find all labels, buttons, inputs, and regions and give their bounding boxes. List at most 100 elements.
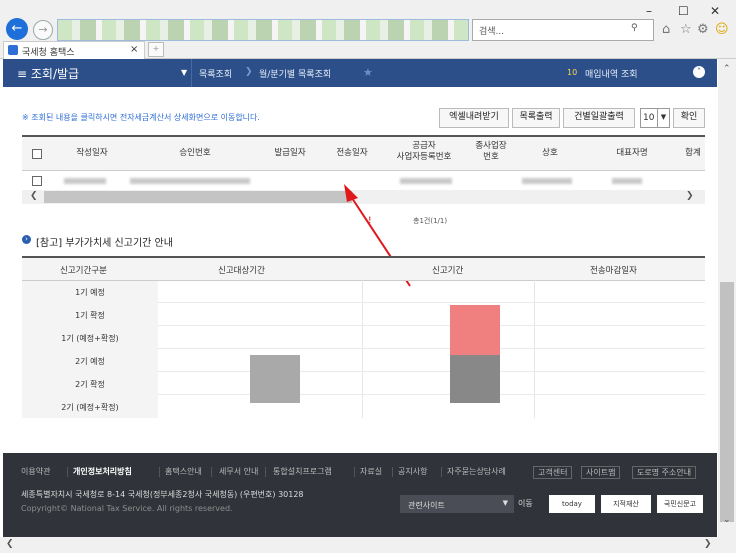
col-approval-no: 승인번호 xyxy=(179,148,211,158)
search-icon[interactable]: ⚲ xyxy=(631,23,638,33)
row-period-2-final: 2기 확정 xyxy=(75,380,105,389)
tab-close-icon[interactable]: × xyxy=(130,44,138,55)
gear-icon[interactable]: ⚙ xyxy=(697,22,709,37)
row-divider xyxy=(158,394,705,395)
forward-icon[interactable]: → xyxy=(33,20,53,40)
related-sites-label: 관련사이트 xyxy=(408,501,445,510)
row-period-2-pre: 2기 예정 xyxy=(75,357,105,366)
redacted-date xyxy=(64,178,106,184)
row-period-1-pre: 1기 예정 xyxy=(75,288,105,297)
excel-download-button[interactable]: 엑셀내려받기 xyxy=(439,108,509,128)
page-horizontal-scrollbar[interactable]: ❮ ❯ xyxy=(0,537,736,553)
footer-link-notice[interactable]: 공지사항 xyxy=(398,466,427,477)
purchase-history-link[interactable]: 매입내역 조회 xyxy=(585,67,638,80)
dropdown-arrow-icon[interactable]: ▼ xyxy=(181,68,187,77)
batch-print-button[interactable]: 건별일괄출력 xyxy=(563,108,635,128)
col-branch-no: 종사업장 번호 xyxy=(475,141,507,162)
tab-title: 국세청 홈택스 xyxy=(22,48,75,58)
banner-epeople[interactable]: 국민신문고 xyxy=(657,495,703,513)
list-hint-text: ※ 조회된 내용을 클릭하시면 전자세금계산서 상세화면으로 이동합니다. xyxy=(22,113,260,122)
scroll-up-icon[interactable]: ⌃ xyxy=(723,64,731,74)
footer-link-guide[interactable]: 홈택스안내 xyxy=(165,466,202,477)
col-period-type: 신고기간구분 xyxy=(60,266,107,276)
page-size-value: 10 xyxy=(643,113,655,123)
notice-title: [참고] 부가가치세 신고기간 안내 xyxy=(36,238,173,249)
footer-link-library[interactable]: 자료실 xyxy=(360,466,382,477)
chevron-down-icon[interactable]: ˅ xyxy=(693,66,705,78)
scroll-left-icon[interactable]: ❮ xyxy=(30,191,38,201)
go-button[interactable]: 이동 xyxy=(518,498,533,509)
site-nav-bar: ≡ 조회/발급 ▼ 목록조회 ❯ 월/분기별 목록조회 ★ 10 매입내역 조회… xyxy=(3,59,717,87)
col-written-date: 작성일자 xyxy=(76,148,108,158)
banner-today[interactable]: today xyxy=(549,495,595,513)
scroll-right-icon[interactable]: ❯ xyxy=(704,539,712,549)
close-window-button[interactable]: ✕ xyxy=(710,4,720,18)
period-marker-gray xyxy=(250,355,300,403)
breadcrumb-list[interactable]: 목록조회 xyxy=(199,67,232,80)
period-marker-pink xyxy=(450,305,500,355)
redacted-approval-no xyxy=(130,178,250,184)
print-list-button[interactable]: 목록출력 xyxy=(512,108,560,128)
notice-count-badge: 10 xyxy=(567,68,578,77)
page-size-select[interactable]: 10 ▼ xyxy=(640,108,670,128)
info-bullet-icon: › xyxy=(22,235,31,244)
schedule-header: 신고기간구분 신고대상기간 신고기간 전송마감일자 xyxy=(22,258,705,281)
vat-schedule-table: 신고기간구분 신고대상기간 신고기간 전송마감일자 1기 예정 1기 확정 1기… xyxy=(22,256,705,418)
footer-link-faq[interactable]: 자주묻는상담사례 xyxy=(447,466,506,477)
footer-link-install[interactable]: 통합설치프로그램 xyxy=(273,466,332,477)
col-representative: 대표자명 xyxy=(616,148,648,158)
minimize-button[interactable]: – xyxy=(646,4,652,18)
row-period-1-combined: 1기 (예정+확정) xyxy=(61,334,119,343)
footer-sep xyxy=(265,467,266,477)
nav-divider xyxy=(191,59,192,87)
home-icon[interactable]: ⌂ xyxy=(662,22,670,37)
table-header: 작성일자 승인번호 발급일자 전송일자 공급자 사업자등록번호 종사업장 번호 … xyxy=(22,137,705,171)
scroll-right-icon[interactable]: ❯ xyxy=(686,191,694,201)
horizontal-scroll-thumb[interactable] xyxy=(44,191,352,203)
row-period-1-final: 1기 확정 xyxy=(75,311,105,320)
related-sites-select[interactable]: 관련사이트 ▼ xyxy=(400,495,514,513)
back-icon[interactable]: ← xyxy=(6,18,28,40)
footer-sep xyxy=(441,467,442,477)
redacted-representative xyxy=(612,178,642,184)
search-placeholder: 검색... xyxy=(479,27,505,37)
site-footer: 이용약관 개인정보처리방침 홈택스안내 세무서 안내 통합설치프로그램 자료실 … xyxy=(3,453,717,537)
row-divider xyxy=(158,371,705,372)
col-deadline: 전송마감일자 xyxy=(590,266,637,276)
browser-tab[interactable]: 국세청 홈택스 × xyxy=(3,41,145,59)
new-tab-icon[interactable]: + xyxy=(148,42,164,57)
menu-title[interactable]: ≡ 조회/발급 xyxy=(17,65,79,82)
favorite-star-icon[interactable]: ★ xyxy=(363,66,373,79)
breadcrumb-arrow-icon: ❯ xyxy=(245,67,253,77)
footer-link-road-address[interactable]: 도로명 주소안내 xyxy=(632,466,697,479)
col-company-name: 상호 xyxy=(542,148,558,158)
footer-copyright: Copyright© National Tax Service. All rig… xyxy=(21,504,233,513)
footer-link-offices[interactable]: 세무서 안내 xyxy=(219,466,258,477)
maximize-button[interactable]: ☐ xyxy=(678,4,689,18)
row-label-column xyxy=(22,281,158,418)
footer-address: 세종특별자치시 국세청로 8-14 국세청(정부세종2청사 국세청동) (우편번… xyxy=(21,490,304,499)
footer-link-terms[interactable]: 이용약관 xyxy=(21,466,50,477)
select-all-checkbox[interactable] xyxy=(32,149,42,159)
col-total: 합계 xyxy=(685,148,701,158)
col-send-date: 전송일자 xyxy=(336,148,368,158)
address-bar[interactable] xyxy=(57,19,469,41)
scroll-down-icon[interactable]: ⌄ xyxy=(723,515,731,525)
row-period-2-combined: 2기 (예정+확정) xyxy=(61,403,119,412)
footer-link-sitemap[interactable]: 사이트맵 xyxy=(581,466,621,479)
chevron-down-icon: ▼ xyxy=(502,499,508,507)
footer-link-customer-center[interactable]: 고객센터 xyxy=(533,466,573,479)
row-checkbox[interactable] xyxy=(32,176,42,186)
search-input[interactable]: 검색... ⚲ xyxy=(472,19,654,41)
favorites-star-icon[interactable]: ☆ xyxy=(680,22,692,37)
smiley-icon[interactable]: ☺ xyxy=(715,22,729,37)
footer-sep xyxy=(354,467,355,477)
col-issue-date: 발급일자 xyxy=(274,148,306,158)
footer-link-privacy[interactable]: 개인정보처리방침 xyxy=(73,466,132,477)
scroll-left-icon[interactable]: ❮ xyxy=(6,539,14,549)
column-divider xyxy=(362,280,363,418)
banner-ip[interactable]: 지적재산 xyxy=(601,495,651,513)
vertical-scroll-thumb[interactable] xyxy=(720,282,734,522)
confirm-button[interactable]: 확인 xyxy=(673,108,705,128)
breadcrumb-monthly[interactable]: 월/분기별 목록조회 xyxy=(259,67,331,80)
